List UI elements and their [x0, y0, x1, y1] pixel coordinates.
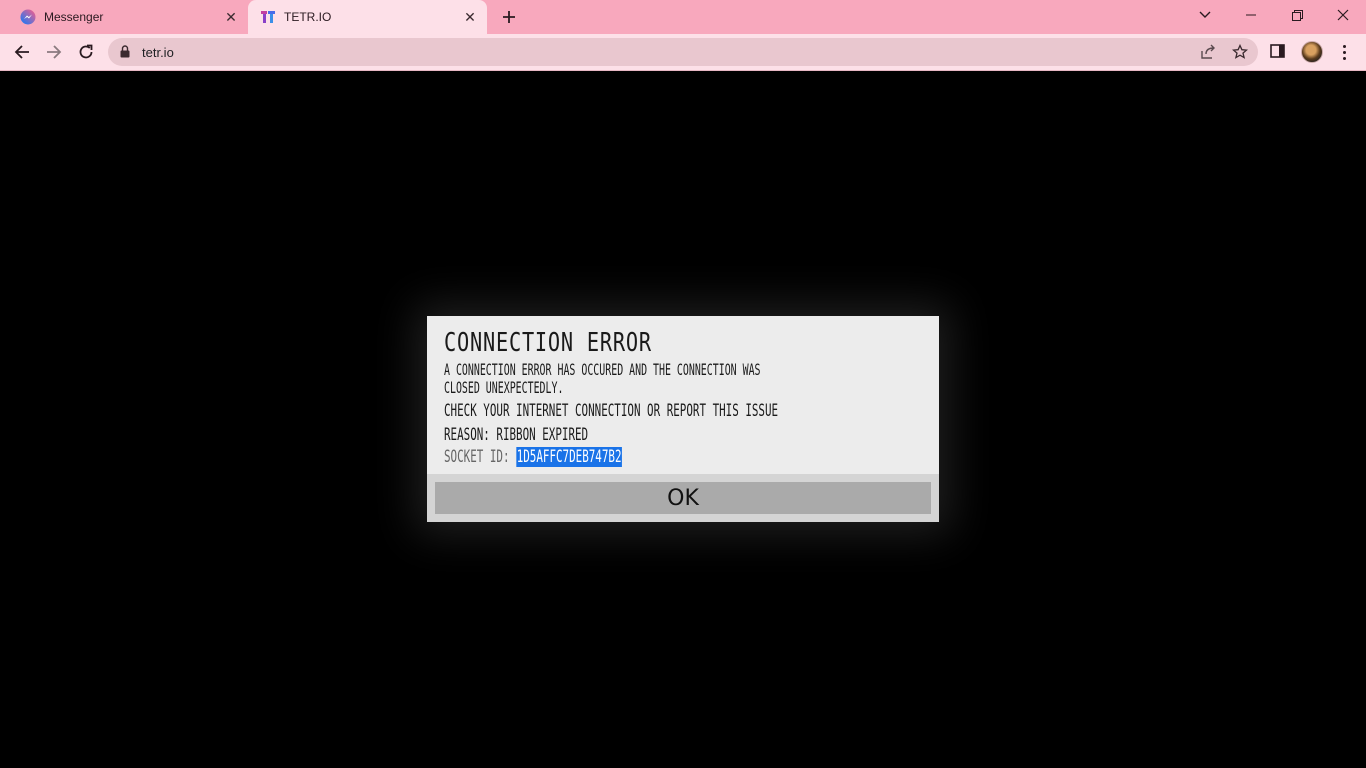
tab-messenger[interactable]: Messenger ✕ [8, 0, 248, 34]
dialog-footer: OK [427, 474, 939, 522]
address-bar[interactable]: tetr.io [108, 38, 1258, 66]
tab-title: TETR.IO [284, 10, 332, 24]
restore-icon [1291, 9, 1303, 21]
arrow-right-icon [47, 45, 62, 59]
close-tab-icon[interactable]: ✕ [461, 8, 479, 26]
new-tab-button[interactable] [498, 6, 520, 28]
tab-title: Messenger [44, 10, 104, 24]
minimize-button[interactable] [1228, 0, 1274, 30]
url-text: tetr.io [142, 45, 174, 60]
dialog-message-line2: CLOSED UNEXPECTEDLY. [444, 378, 564, 397]
connection-error-dialog: CONNECTION ERROR A CONNECTION ERROR HAS … [427, 316, 939, 522]
dialog-message-line1: A CONNECTION ERROR HAS OCCURED AND THE C… [444, 360, 761, 379]
minimize-icon [1246, 14, 1256, 16]
bookmark-star-icon[interactable] [1232, 44, 1248, 60]
tab-strip: Messenger ✕ TETR.IO ✕ [0, 0, 1366, 34]
socket-id-label: SOCKET ID: [444, 447, 517, 467]
close-window-button[interactable] [1320, 0, 1366, 30]
socket-id-row: SOCKET ID: 1D5AFFC7DEB747B2 [444, 447, 623, 467]
forward-button[interactable] [40, 38, 68, 66]
restore-button[interactable] [1274, 0, 1320, 30]
profile-avatar[interactable] [1301, 41, 1323, 63]
tetrio-icon [261, 11, 275, 23]
browser-menu-icon[interactable] [1334, 41, 1354, 63]
share-icon[interactable] [1200, 44, 1216, 60]
back-button[interactable] [8, 38, 36, 66]
close-tab-icon[interactable]: ✕ [222, 8, 240, 26]
socket-id-value[interactable]: 1D5AFFC7DEB747B2 [516, 447, 623, 467]
chevron-down-icon [1199, 11, 1211, 18]
reload-button[interactable] [72, 38, 100, 66]
dialog-title: CONNECTION ERROR [444, 328, 652, 358]
ok-button[interactable]: OK [435, 482, 931, 514]
dialog-body: CONNECTION ERROR A CONNECTION ERROR HAS … [427, 316, 939, 474]
lock-icon [120, 45, 130, 58]
browser-toolbar: tetr.io [0, 34, 1366, 71]
messenger-icon [20, 9, 36, 25]
plus-icon [503, 11, 515, 23]
close-icon [1337, 9, 1349, 21]
side-panel-icon[interactable] [1270, 43, 1286, 59]
dialog-reason-text: REASON: RIBBON EXPIRED [444, 425, 589, 445]
tab-tetrio[interactable]: TETR.IO ✕ [248, 0, 487, 34]
page-content: CONNECTION ERROR A CONNECTION ERROR HAS … [0, 71, 1366, 768]
reload-icon [79, 44, 93, 59]
dialog-check-text: CHECK YOUR INTERNET CONNECTION OR REPORT… [444, 401, 779, 421]
tab-search-button[interactable] [1182, 0, 1228, 30]
arrow-left-icon [14, 45, 29, 59]
